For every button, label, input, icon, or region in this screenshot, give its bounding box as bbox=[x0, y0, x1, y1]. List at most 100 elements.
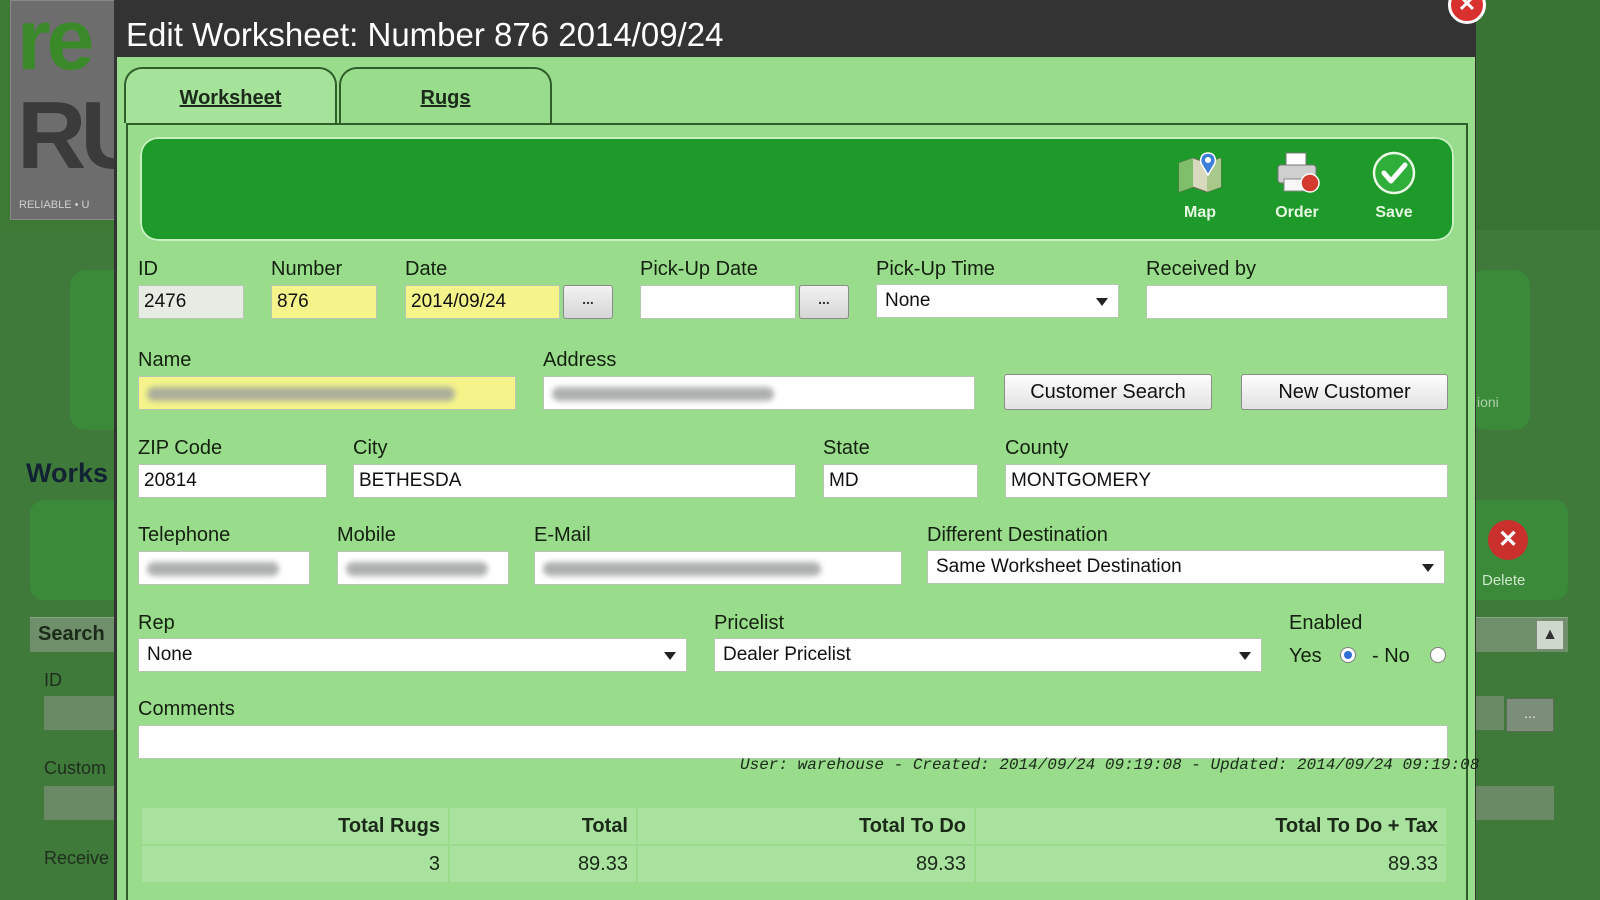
new-customer-button[interactable]: New Customer bbox=[1241, 374, 1448, 410]
pickup-date-picker-button[interactable]: ... bbox=[799, 285, 849, 319]
email-field[interactable] bbox=[534, 551, 902, 585]
telephone-field[interactable] bbox=[138, 551, 310, 585]
background-id-field bbox=[44, 696, 124, 730]
map-icon bbox=[1178, 152, 1222, 193]
number-field[interactable]: 876 bbox=[271, 285, 377, 319]
rep-select[interactable]: None bbox=[138, 638, 687, 672]
id-field[interactable]: 2476 bbox=[138, 285, 244, 319]
pricelist-label: Pricelist bbox=[714, 612, 785, 634]
totals-header-row: Total Rugs Total Total To Do Total To Do… bbox=[140, 806, 1448, 846]
received-by-label: Received by bbox=[1146, 258, 1257, 280]
comments-label: Comments bbox=[138, 698, 235, 720]
total-header: Total bbox=[448, 806, 638, 846]
delete-label: Delete bbox=[1482, 572, 1526, 589]
name-field[interactable] bbox=[138, 376, 516, 410]
total-to-do-header: Total To Do bbox=[636, 806, 976, 846]
address-field[interactable] bbox=[543, 376, 975, 410]
map-label: Map bbox=[1184, 204, 1216, 221]
enabled-yes-radio[interactable] bbox=[1340, 647, 1356, 663]
pickup-time-value: None bbox=[885, 290, 931, 311]
tab-rugs[interactable]: Rugs bbox=[339, 67, 552, 123]
name-label: Name bbox=[138, 349, 192, 371]
date-picker-button[interactable]: ... bbox=[563, 285, 613, 319]
date-field[interactable]: 2014/09/24 bbox=[405, 285, 560, 319]
map-button[interactable]: Map bbox=[1160, 151, 1240, 222]
total-value: 89.33 bbox=[448, 844, 638, 884]
chevron-down-icon bbox=[1096, 298, 1108, 306]
telephone-label: Telephone bbox=[138, 524, 231, 546]
redacted-name bbox=[147, 387, 455, 401]
pricelist-select[interactable]: Dealer Pricelist bbox=[714, 638, 1262, 672]
save-label: Save bbox=[1375, 204, 1413, 221]
totals-table: Total Rugs Total Total To Do Total To Do… bbox=[140, 806, 1448, 884]
county-field[interactable]: MONTGOMERY bbox=[1005, 464, 1448, 498]
mobile-label: Mobile bbox=[337, 524, 396, 546]
background-section-title: Works bbox=[26, 458, 109, 488]
logo-text-re: re bbox=[17, 0, 94, 88]
background-header-right bbox=[1470, 0, 1600, 230]
redacted-telephone bbox=[147, 562, 279, 576]
totals-value-row: 3 89.33 89.33 89.33 bbox=[140, 844, 1448, 884]
audit-info: User: warehouse - Created: 2014/09/24 09… bbox=[740, 756, 1480, 774]
id-label: ID bbox=[138, 258, 158, 280]
pickup-time-label: Pick-Up Time bbox=[876, 258, 995, 280]
city-label: City bbox=[353, 437, 388, 459]
mobile-field[interactable] bbox=[337, 551, 509, 585]
county-label: County bbox=[1005, 437, 1069, 459]
enabled-no-label: - No bbox=[1372, 645, 1410, 667]
total-to-do-tax-header: Total To Do + Tax bbox=[974, 806, 1448, 846]
destination-label: Different Destination bbox=[927, 524, 1108, 546]
enabled-no-radio[interactable] bbox=[1430, 647, 1446, 663]
total-to-do-tax-value: 89.33 bbox=[974, 844, 1448, 884]
state-label: State bbox=[823, 437, 870, 459]
chevron-down-icon bbox=[1239, 652, 1251, 660]
collapse-button: ▲ bbox=[1536, 620, 1564, 650]
date-label: Date bbox=[405, 258, 448, 280]
order-button[interactable]: Order bbox=[1257, 151, 1337, 222]
app-logo: re RU RELIABLE • U bbox=[10, 0, 122, 220]
rep-label: Rep bbox=[138, 612, 175, 634]
redacted-address bbox=[552, 387, 774, 401]
chevron-down-icon bbox=[664, 652, 676, 660]
rep-value: None bbox=[147, 644, 193, 665]
background-customer-label: Custom bbox=[44, 758, 107, 778]
total-rugs-header: Total Rugs bbox=[140, 806, 450, 846]
destination-value: Same Worksheet Destination bbox=[936, 556, 1182, 577]
printer-icon bbox=[1277, 152, 1320, 193]
chevron-down-icon bbox=[1422, 564, 1434, 572]
pickup-date-field[interactable] bbox=[640, 285, 796, 319]
received-by-field[interactable] bbox=[1146, 285, 1448, 319]
city-field[interactable]: BETHESDA bbox=[353, 464, 796, 498]
order-label: Order bbox=[1275, 204, 1319, 221]
background-dots-button: ... bbox=[1506, 698, 1554, 732]
number-label: Number bbox=[271, 258, 343, 280]
zip-label: ZIP Code bbox=[138, 437, 223, 459]
background-received-label: Receive bbox=[44, 848, 110, 868]
redacted-email bbox=[543, 562, 821, 576]
background-right-field bbox=[1476, 696, 1504, 730]
check-icon bbox=[1372, 151, 1416, 195]
destination-select[interactable]: Same Worksheet Destination bbox=[927, 550, 1445, 584]
total-to-do-value: 89.33 bbox=[636, 844, 976, 884]
save-button[interactable]: Save bbox=[1354, 151, 1434, 222]
pricelist-value: Dealer Pricelist bbox=[723, 644, 851, 665]
pickup-time-select[interactable]: None bbox=[876, 284, 1119, 318]
dialog-title: Edit Worksheet: Number 876 2014/09/24 bbox=[126, 16, 724, 53]
background-right-field-2 bbox=[1476, 786, 1554, 820]
email-label: E-Mail bbox=[534, 524, 591, 546]
background-customer-field bbox=[44, 786, 124, 820]
pickup-date-label: Pick-Up Date bbox=[640, 258, 758, 280]
logo-tagline: RELIABLE • U bbox=[19, 199, 90, 211]
state-field[interactable]: MD bbox=[823, 464, 978, 498]
dialog-titlebar: Edit Worksheet: Number 876 2014/09/24 bbox=[114, 0, 1476, 57]
comments-field[interactable] bbox=[138, 725, 1448, 759]
logo-text-ru: RU bbox=[17, 82, 121, 189]
tab-worksheet[interactable]: Worksheet bbox=[124, 67, 337, 123]
total-rugs-value: 3 bbox=[140, 844, 450, 884]
customer-search-button[interactable]: Customer Search bbox=[1004, 374, 1212, 410]
address-label: Address bbox=[543, 349, 617, 371]
zip-field[interactable]: 20814 bbox=[138, 464, 327, 498]
enabled-yes-label: Yes bbox=[1289, 645, 1322, 667]
delete-icon: ✕ bbox=[1488, 520, 1528, 560]
background-id-label: ID bbox=[44, 670, 62, 690]
